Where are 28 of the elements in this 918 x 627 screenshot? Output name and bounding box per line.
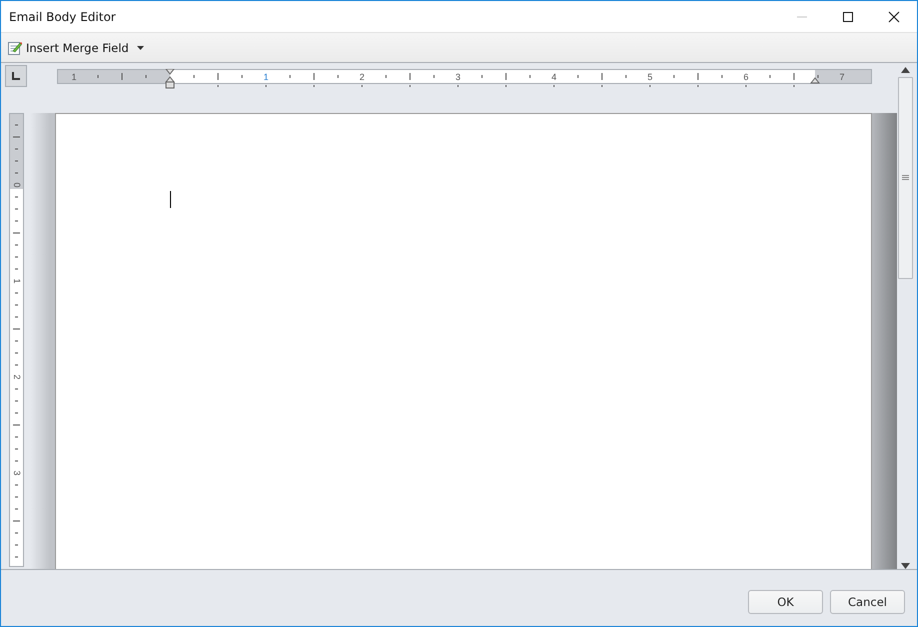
maximize-icon [842,10,854,22]
scroll-thumb[interactable] [898,77,912,279]
text-cursor [170,191,171,208]
ruler-number: 2 [360,72,364,82]
vertical-scrollbar[interactable] [897,67,913,569]
window-title: Email Body Editor [8,10,116,24]
insert-merge-field-button[interactable]: Insert Merge Field [6,38,146,57]
ruler-number: 1 [12,278,22,284]
close-icon [888,10,900,22]
document-pencil-icon [8,40,22,55]
ruler-number: 3 [12,470,22,476]
ok-button[interactable]: OK [748,590,823,614]
caret-icon [136,46,144,50]
ruler-number: 6 [744,72,748,82]
ruler-number: 3 [456,72,460,82]
right-indent-marker[interactable] [810,77,820,84]
ruler-number: 4 [552,72,556,82]
tab-stop-button[interactable] [5,65,27,87]
ruler-number: 1 [264,72,268,82]
ruler-number: 1 [72,72,76,82]
ruler-number: 0 [12,182,22,188]
scroll-up-icon[interactable] [900,67,910,73]
ruler-number: 5 [648,72,652,82]
indent-marker[interactable] [164,69,176,88]
ruler-number: 2 [12,374,22,380]
cancel-button[interactable]: Cancel [830,590,905,614]
ruler-number: 7 [840,72,844,82]
tab-stop-icon [12,72,20,80]
